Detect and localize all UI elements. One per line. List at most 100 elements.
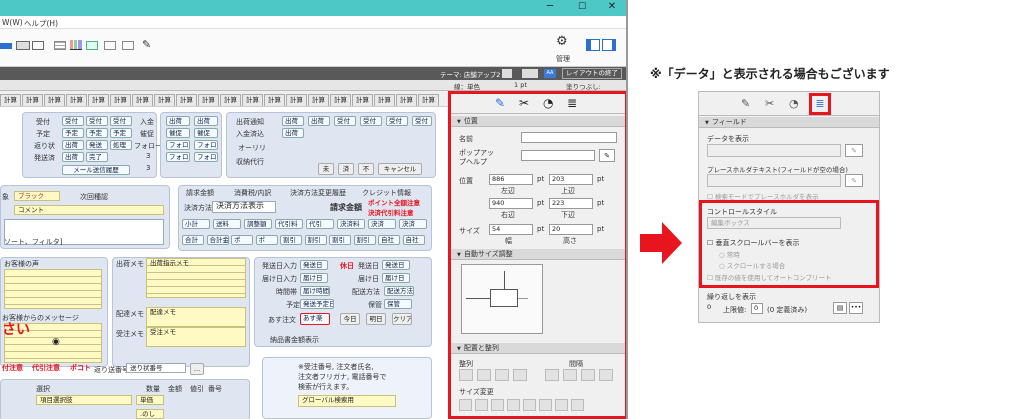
notice-chip[interactable]: 出荷 — [282, 116, 304, 126]
billing-tab[interactable]: 消費税/内訳 — [234, 188, 271, 198]
calc-tab[interactable]: 計算 — [352, 94, 373, 106]
resize-icon[interactable] — [491, 399, 504, 411]
calc-tab[interactable]: 計算 — [220, 94, 241, 106]
toolbar-rect-icon[interactable] — [16, 41, 30, 50]
show-data-field[interactable] — [707, 144, 841, 157]
storage-field[interactable]: 保管 — [384, 299, 412, 309]
mail-history-button[interactable]: メール送信履歴 — [62, 165, 130, 175]
payment-method-field[interactable]: 決済方法表示 — [212, 201, 276, 213]
pay-chip[interactable]: フォロー — [194, 152, 218, 162]
aa-button[interactable]: AA — [544, 69, 556, 78]
pay-chip[interactable]: フォロー — [166, 152, 190, 162]
calc-tab[interactable]: 計算 — [286, 94, 307, 106]
close-icon[interactable]: ✕ — [602, 1, 622, 13]
resize-icon[interactable] — [555, 399, 568, 411]
calc-tab[interactable]: 計算 — [374, 94, 395, 106]
status-chip[interactable]: 出荷 — [62, 152, 84, 162]
notice-chip[interactable]: 受付 — [360, 116, 382, 126]
arrival-button[interactable]: 届け日 — [300, 273, 328, 283]
arrange-header[interactable]: 配置と整列 — [451, 343, 625, 354]
vertical-scroll-checkbox[interactable]: ☐ 垂直スクロールバーを表示 — [707, 238, 800, 248]
calc-tab[interactable]: 計算 — [330, 94, 351, 106]
subtotal-cell[interactable]: 代引料 — [275, 219, 303, 229]
popup-help-field[interactable] — [521, 150, 595, 161]
calc-tab[interactable]: 計算 — [22, 94, 43, 106]
align-icon[interactable] — [477, 369, 491, 381]
total-cell[interactable]: 割引 — [353, 235, 376, 245]
theme-dropdown[interactable] — [522, 69, 538, 78]
calc-tab[interactable]: 計算 — [66, 94, 87, 106]
pay-chip[interactable]: 出荷 — [166, 116, 190, 126]
ship-plan-button[interactable]: 発送日 — [382, 260, 410, 270]
total-cell[interactable]: ポ — [231, 235, 253, 245]
control-style-select[interactable]: 編集ボックス — [707, 217, 841, 229]
delivery-memo-field[interactable]: 配達メモ — [146, 307, 246, 327]
today-button[interactable]: 今日 — [340, 313, 360, 325]
blacklist-field[interactable]: ブラック — [14, 191, 60, 201]
status-chip[interactable]: 出荷 — [62, 140, 84, 150]
list-noshi-field[interactable]: .のし — [136, 409, 164, 419]
panel-toggle-icon[interactable] — [602, 39, 616, 51]
slip-more-button[interactable]: … — [190, 363, 204, 375]
status-chip[interactable]: 受付 — [62, 116, 84, 126]
status-chip[interactable]: 処理 — [110, 140, 132, 150]
placeholder-field[interactable] — [707, 174, 841, 187]
resize-icon[interactable] — [507, 399, 520, 411]
status-chip[interactable]: 予定 — [110, 128, 132, 138]
autocomplete-checkbox[interactable]: ☐ 既存の値を使用してオートコンプリート — [707, 272, 832, 282]
max-field[interactable]: 0 — [751, 303, 763, 314]
subtotal-cell[interactable]: 送料 — [213, 219, 241, 229]
status-chip[interactable]: 受付 — [86, 116, 108, 126]
calc-tab[interactable]: 計算 — [308, 94, 329, 106]
total-cell[interactable]: 合計金 — [206, 235, 229, 245]
calc-tab[interactable]: 計算 — [132, 94, 153, 106]
tools-icon[interactable]: ✂ — [765, 97, 774, 110]
menu-window[interactable]: W(W) — [2, 18, 23, 27]
maximize-icon[interactable]: ☐ — [572, 2, 592, 14]
toolbar-frame-icon[interactable] — [32, 41, 44, 50]
notice-chip[interactable]: 受付 — [386, 116, 408, 126]
calc-tab[interactable]: 計算 — [154, 94, 175, 106]
align-icon[interactable] — [495, 369, 509, 381]
list-item-field[interactable]: 項目選択肢 — [36, 395, 132, 405]
align-icon[interactable] — [545, 369, 559, 381]
status-chip[interactable]: 完了 — [86, 152, 108, 162]
calc-tab[interactable]: 計算 — [44, 94, 65, 106]
resize-icon[interactable] — [523, 399, 536, 411]
placeholder-edit-icon[interactable]: ✎ — [845, 174, 863, 187]
pay-chip[interactable]: フォロー — [166, 140, 190, 150]
total-cell[interactable]: ポ — [255, 235, 278, 245]
comment-field[interactable]: コメント — [14, 205, 164, 215]
calc-tab[interactable]: 計算 — [418, 94, 439, 106]
notice-chip[interactable]: 出荷 — [308, 116, 330, 126]
bottom-field[interactable]: 223 — [549, 198, 593, 209]
toolbar-eyedropper-icon[interactable]: ✎ — [142, 38, 151, 51]
delivery-method-field[interactable]: 配送方法 — [384, 286, 414, 296]
pay-chip[interactable]: 催促 — [166, 128, 190, 138]
calc-tab[interactable]: 計算 — [242, 94, 263, 106]
align-icon[interactable] — [459, 369, 473, 381]
subtotal-cell[interactable]: 決済 — [399, 219, 427, 229]
align-icon[interactable] — [581, 369, 595, 381]
list-price-field[interactable]: 単価 — [136, 395, 164, 405]
total-cell[interactable]: 割引 — [280, 235, 302, 245]
slip-field[interactable]: 送り状番号 — [126, 363, 186, 373]
calc-tab[interactable]: 計算 — [396, 94, 417, 106]
position-icon[interactable]: ✎ — [495, 96, 505, 110]
resize-icon[interactable] — [571, 399, 584, 411]
total-cell[interactable]: 割引 — [329, 235, 351, 245]
status-btn-不[interactable]: 不 — [358, 163, 374, 175]
resize-icon[interactable] — [539, 399, 552, 411]
toolbar-chart-icon[interactable] — [70, 40, 82, 50]
calc-tab[interactable]: 計算 — [0, 94, 21, 106]
appearance-icon[interactable]: ◔ — [543, 96, 553, 110]
line-width-select[interactable]: 1 pt — [514, 81, 527, 89]
menu-help[interactable]: ヘルプ(H) — [24, 18, 58, 29]
theme-icon[interactable] — [502, 69, 512, 78]
top-field[interactable]: 203 — [549, 174, 593, 185]
total-cell[interactable]: 割引 — [304, 235, 327, 245]
popup-help-edit-icon[interactable]: ✎ — [599, 149, 615, 162]
manage-gear-icon[interactable]: ⚙ — [556, 34, 568, 49]
status-btn-済[interactable]: 済 — [338, 163, 354, 175]
repeat-start-field[interactable]: 0 — [707, 303, 715, 314]
